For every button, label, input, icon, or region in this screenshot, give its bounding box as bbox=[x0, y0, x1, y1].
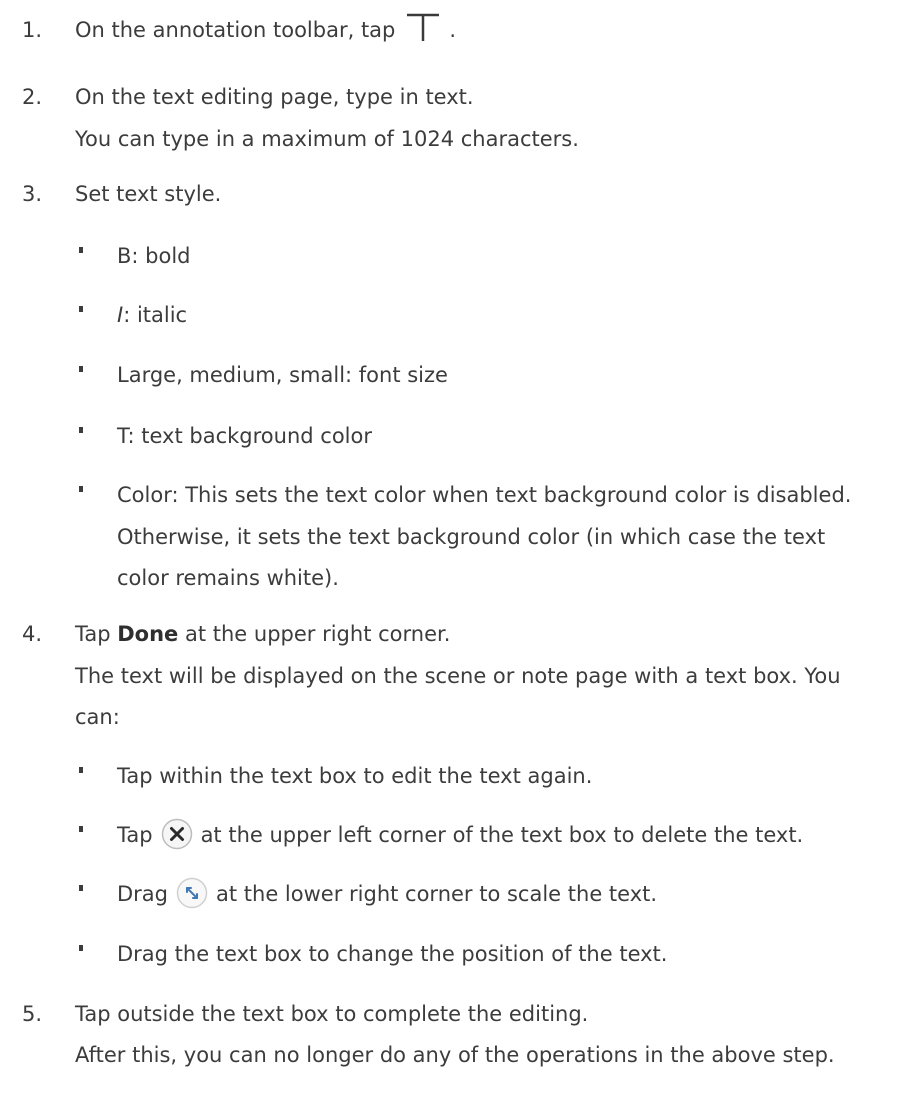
step-text: On the annotation toolbar, tap bbox=[75, 18, 396, 42]
step-number: 3. bbox=[22, 182, 43, 206]
step-5: 5. Tap outside the text box to complete … bbox=[0, 996, 902, 1032]
text-tool-icon bbox=[403, 12, 443, 42]
step-text: On the text editing page, type in text. bbox=[75, 85, 474, 109]
list-item: Drag at the lower right corner to scale t… bbox=[0, 876, 902, 912]
step-detail: After this, you can no longer do any of … bbox=[75, 1043, 835, 1067]
list-item: Tap within the text box to edit the text… bbox=[0, 758, 902, 794]
step-2-detail: You can type in a maximum of 1024 charac… bbox=[0, 121, 902, 157]
step-number: 4. bbox=[22, 622, 43, 646]
bullet-marker bbox=[79, 767, 83, 773]
document-page: 1. On the annotation toolbar, tap. 2. On… bbox=[0, 0, 902, 1104]
bullet-marker bbox=[79, 945, 83, 951]
step-number: 2. bbox=[22, 85, 43, 109]
list-item: Drag the text box to change the position… bbox=[0, 936, 902, 972]
step-text-end: . bbox=[449, 18, 457, 42]
list-item: Color: This sets the text color when tex… bbox=[0, 477, 902, 513]
step-detail: You can type in a maximum of 1024 charac… bbox=[75, 127, 579, 151]
step-detail: can: bbox=[75, 705, 120, 729]
step-4: 4. Tap Done at the upper right corner. bbox=[0, 616, 902, 652]
bullet-marker bbox=[79, 826, 83, 832]
bullet-marker bbox=[79, 247, 83, 253]
list-item: I: italic bbox=[0, 297, 902, 333]
list-item: Tap at the upper left corner of the text … bbox=[0, 817, 902, 853]
step-1: 1. On the annotation toolbar, tap. bbox=[0, 12, 902, 48]
list-item: T: text background color bbox=[0, 418, 902, 454]
step-text: Tap outside the text box to complete the… bbox=[75, 1002, 589, 1026]
step-2: 2. On the text editing page, type in tex… bbox=[0, 79, 902, 115]
list-item: B: bold bbox=[0, 238, 902, 274]
bullet-marker bbox=[79, 427, 83, 433]
done-label: Done bbox=[117, 622, 179, 646]
step-5-detail: After this, you can no longer do any of … bbox=[0, 1037, 902, 1073]
bullet-marker bbox=[79, 306, 83, 312]
style-key-bold: B bbox=[117, 244, 132, 268]
step-detail: The text will be displayed on the scene … bbox=[75, 664, 841, 688]
step-3: 3. Set text style. bbox=[0, 176, 902, 212]
step-number: 1. bbox=[22, 18, 43, 42]
step-number: 5. bbox=[22, 1002, 43, 1026]
scale-handle-icon bbox=[176, 877, 208, 909]
bullet-marker bbox=[79, 486, 83, 492]
step-text: Set text style. bbox=[75, 182, 222, 206]
close-circle-icon bbox=[161, 818, 193, 850]
list-item-continued: Otherwise, it sets the text background c… bbox=[117, 525, 826, 549]
list-item: Large, medium, small: font size bbox=[0, 357, 902, 393]
step-4-detail: The text will be displayed on the scene … bbox=[0, 658, 902, 694]
bullet-marker bbox=[79, 366, 83, 372]
bullet-marker bbox=[79, 885, 83, 891]
step-4-detail: can: bbox=[0, 699, 902, 735]
list-item-continued: color remains white). bbox=[117, 566, 339, 590]
